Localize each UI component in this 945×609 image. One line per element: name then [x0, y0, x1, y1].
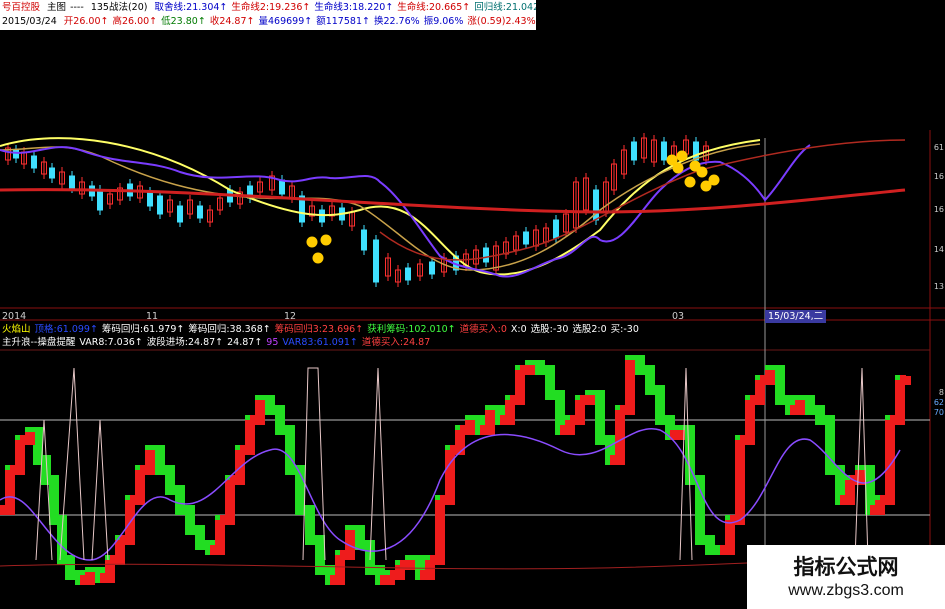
panel-title-item: VAR8:7.036↑ — [79, 337, 143, 348]
panel-title-item: 顶格:61.099↑ — [34, 324, 98, 335]
panel-title-item: 火焰山 — [2, 324, 31, 335]
panel-title-item: 获利筹码:102.010↑ — [367, 324, 456, 335]
smiley-icon — [306, 236, 318, 248]
x-label-11: 11 — [146, 311, 159, 322]
smiley-icon — [672, 162, 684, 174]
candle-body — [97, 189, 103, 211]
scale-top-1: 16 — [933, 172, 944, 181]
panel-title-item: 选股2:0 — [572, 324, 607, 335]
red-long-ma — [0, 188, 906, 214]
panel-title-item: 筹码回归3:23.696↑ — [274, 324, 364, 335]
panel-title-item: 筹码回归:61.979↑ — [101, 324, 185, 335]
candle-body — [553, 219, 559, 239]
panel-title-item: 筹码回归:38.368↑ — [188, 324, 271, 335]
candle-body — [523, 231, 529, 245]
x-label-03: 03 — [672, 311, 685, 322]
smiley-icon — [320, 234, 332, 246]
candle-body — [405, 267, 411, 281]
candle-body — [279, 179, 285, 195]
scale-bot-0: 8 — [938, 388, 944, 397]
candle-body — [693, 141, 699, 161]
candle-body — [373, 239, 379, 283]
watermark: 指标公式网 www.zbgs3.com — [747, 545, 945, 609]
x-label-2014: 2014 — [2, 311, 27, 322]
panel-title-item: 95 — [266, 337, 279, 348]
candle-body — [197, 205, 203, 219]
candle-body — [429, 261, 435, 275]
candle-body — [483, 247, 489, 263]
candle-body — [31, 155, 37, 169]
candle-body — [69, 175, 75, 189]
sub-panel-title-2: 主升浪--操盘提醒 VAR8:7.036↑ 波段进场:24.87↑ 24.87↑ 95 V… — [2, 336, 434, 349]
scale-top-2: 16 — [933, 205, 944, 214]
panel-title-item: 买:-30 — [610, 324, 639, 335]
smiley-icon — [312, 252, 324, 264]
panel-title-item: 道德买入:0 — [459, 324, 507, 335]
candle-body — [631, 141, 637, 161]
panel-title-item: X:0 — [510, 324, 527, 335]
candle-body — [147, 191, 153, 207]
candle-body — [177, 205, 183, 223]
scale-top-4: 13 — [933, 282, 944, 291]
scale-bot-1: 62 — [933, 398, 944, 407]
panel-title-item: 24.87↑ — [227, 337, 263, 348]
smiley-icon — [684, 176, 696, 188]
sub-panel-title-1: 火焰山 顶格:61.099↑ 筹码回归:61.979↑ 筹码回归:38.368↑ 筹码回… — [2, 323, 643, 336]
panel-title-item: 主升浪--操盘提醒 — [2, 337, 76, 348]
cursor-date: 15/03/24,二 — [765, 310, 827, 323]
smiley-icon — [700, 180, 712, 192]
smiley-icon — [676, 150, 688, 162]
panel-title-item: VAR83:61.091↑ — [282, 337, 358, 348]
candle-body — [13, 149, 19, 159]
watermark-url: www.zbgs3.com — [788, 582, 904, 599]
x-label-12: 12 — [284, 311, 297, 322]
panel-title-item: 波段进场:24.87↑ — [146, 337, 224, 348]
scale-top-3: 14 — [933, 245, 944, 254]
scale-bot-2: 70 — [933, 408, 944, 417]
candle-body — [49, 167, 55, 179]
candle-body — [157, 195, 163, 215]
candle-body — [361, 229, 367, 251]
scale-top-0: 61 — [933, 143, 944, 152]
watermark-title: 指标公式网 — [793, 555, 899, 579]
smiley-icon — [689, 160, 701, 172]
panel-title-item: 道德买入:24.87 — [361, 337, 431, 348]
chart-canvas[interactable] — [0, 0, 945, 609]
candle-body — [661, 141, 667, 161]
panel-title-item: 选股:-30 — [530, 324, 569, 335]
